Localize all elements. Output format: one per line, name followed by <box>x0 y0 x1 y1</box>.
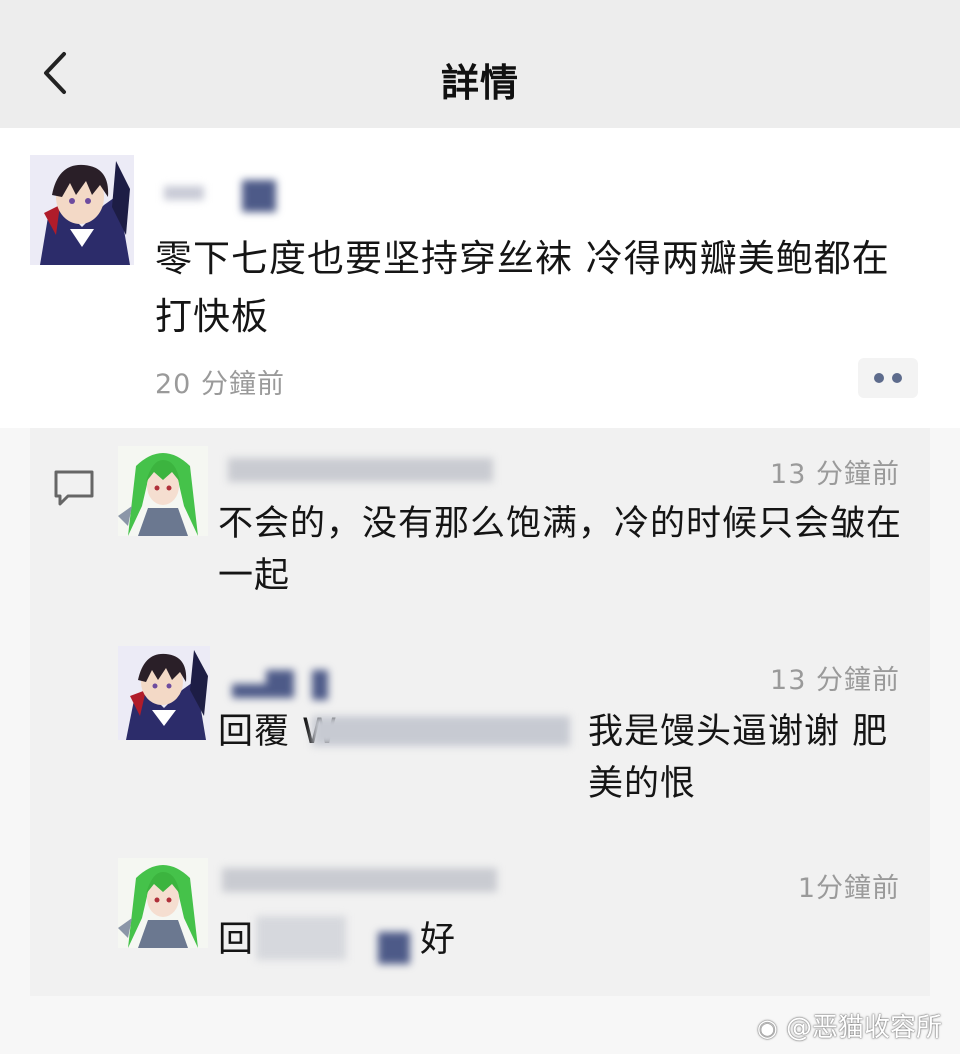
weibo-icon: ◉ <box>756 1014 778 1042</box>
post-content: 零下七度也要坚持穿丝袜 冷得两瓣美鲍都在打快板 <box>155 237 890 338</box>
poster-avatar[interactable] <box>30 155 134 265</box>
weibo-watermark: ◉ @恶猫收容所 <box>756 1013 942 1043</box>
more-dots-icon <box>874 373 884 383</box>
post-time: 20 分鐘前 <box>155 369 285 400</box>
commenter-avatar-lelouch[interactable] <box>118 646 210 740</box>
comment-time: 13 分鐘前 <box>770 459 900 490</box>
reply-target-redacted <box>312 710 570 754</box>
commenter-name-redacted <box>222 866 497 896</box>
commenter-name-redacted <box>226 666 336 702</box>
reply-target-redacted <box>256 906 416 970</box>
comment-text: 不会的，没有那么饱满，冷的时候只会皱在一起 <box>218 504 903 596</box>
comment-icon <box>54 470 94 506</box>
more-button[interactable] <box>858 358 918 398</box>
poster-name-redacted <box>160 180 280 214</box>
comment-time: 1分鐘前 <box>797 873 900 904</box>
comment-time: 13 分鐘前 <box>770 665 900 696</box>
page-title: 詳情 <box>440 61 519 105</box>
comment-text: 我是馒头逼谢谢 肥美的恨 <box>588 712 889 804</box>
comment-text: 好 <box>420 920 457 960</box>
commenter-avatar-cc[interactable] <box>118 858 208 948</box>
commenter-name-redacted <box>228 456 493 486</box>
commenter-avatar-cc[interactable] <box>118 446 208 536</box>
